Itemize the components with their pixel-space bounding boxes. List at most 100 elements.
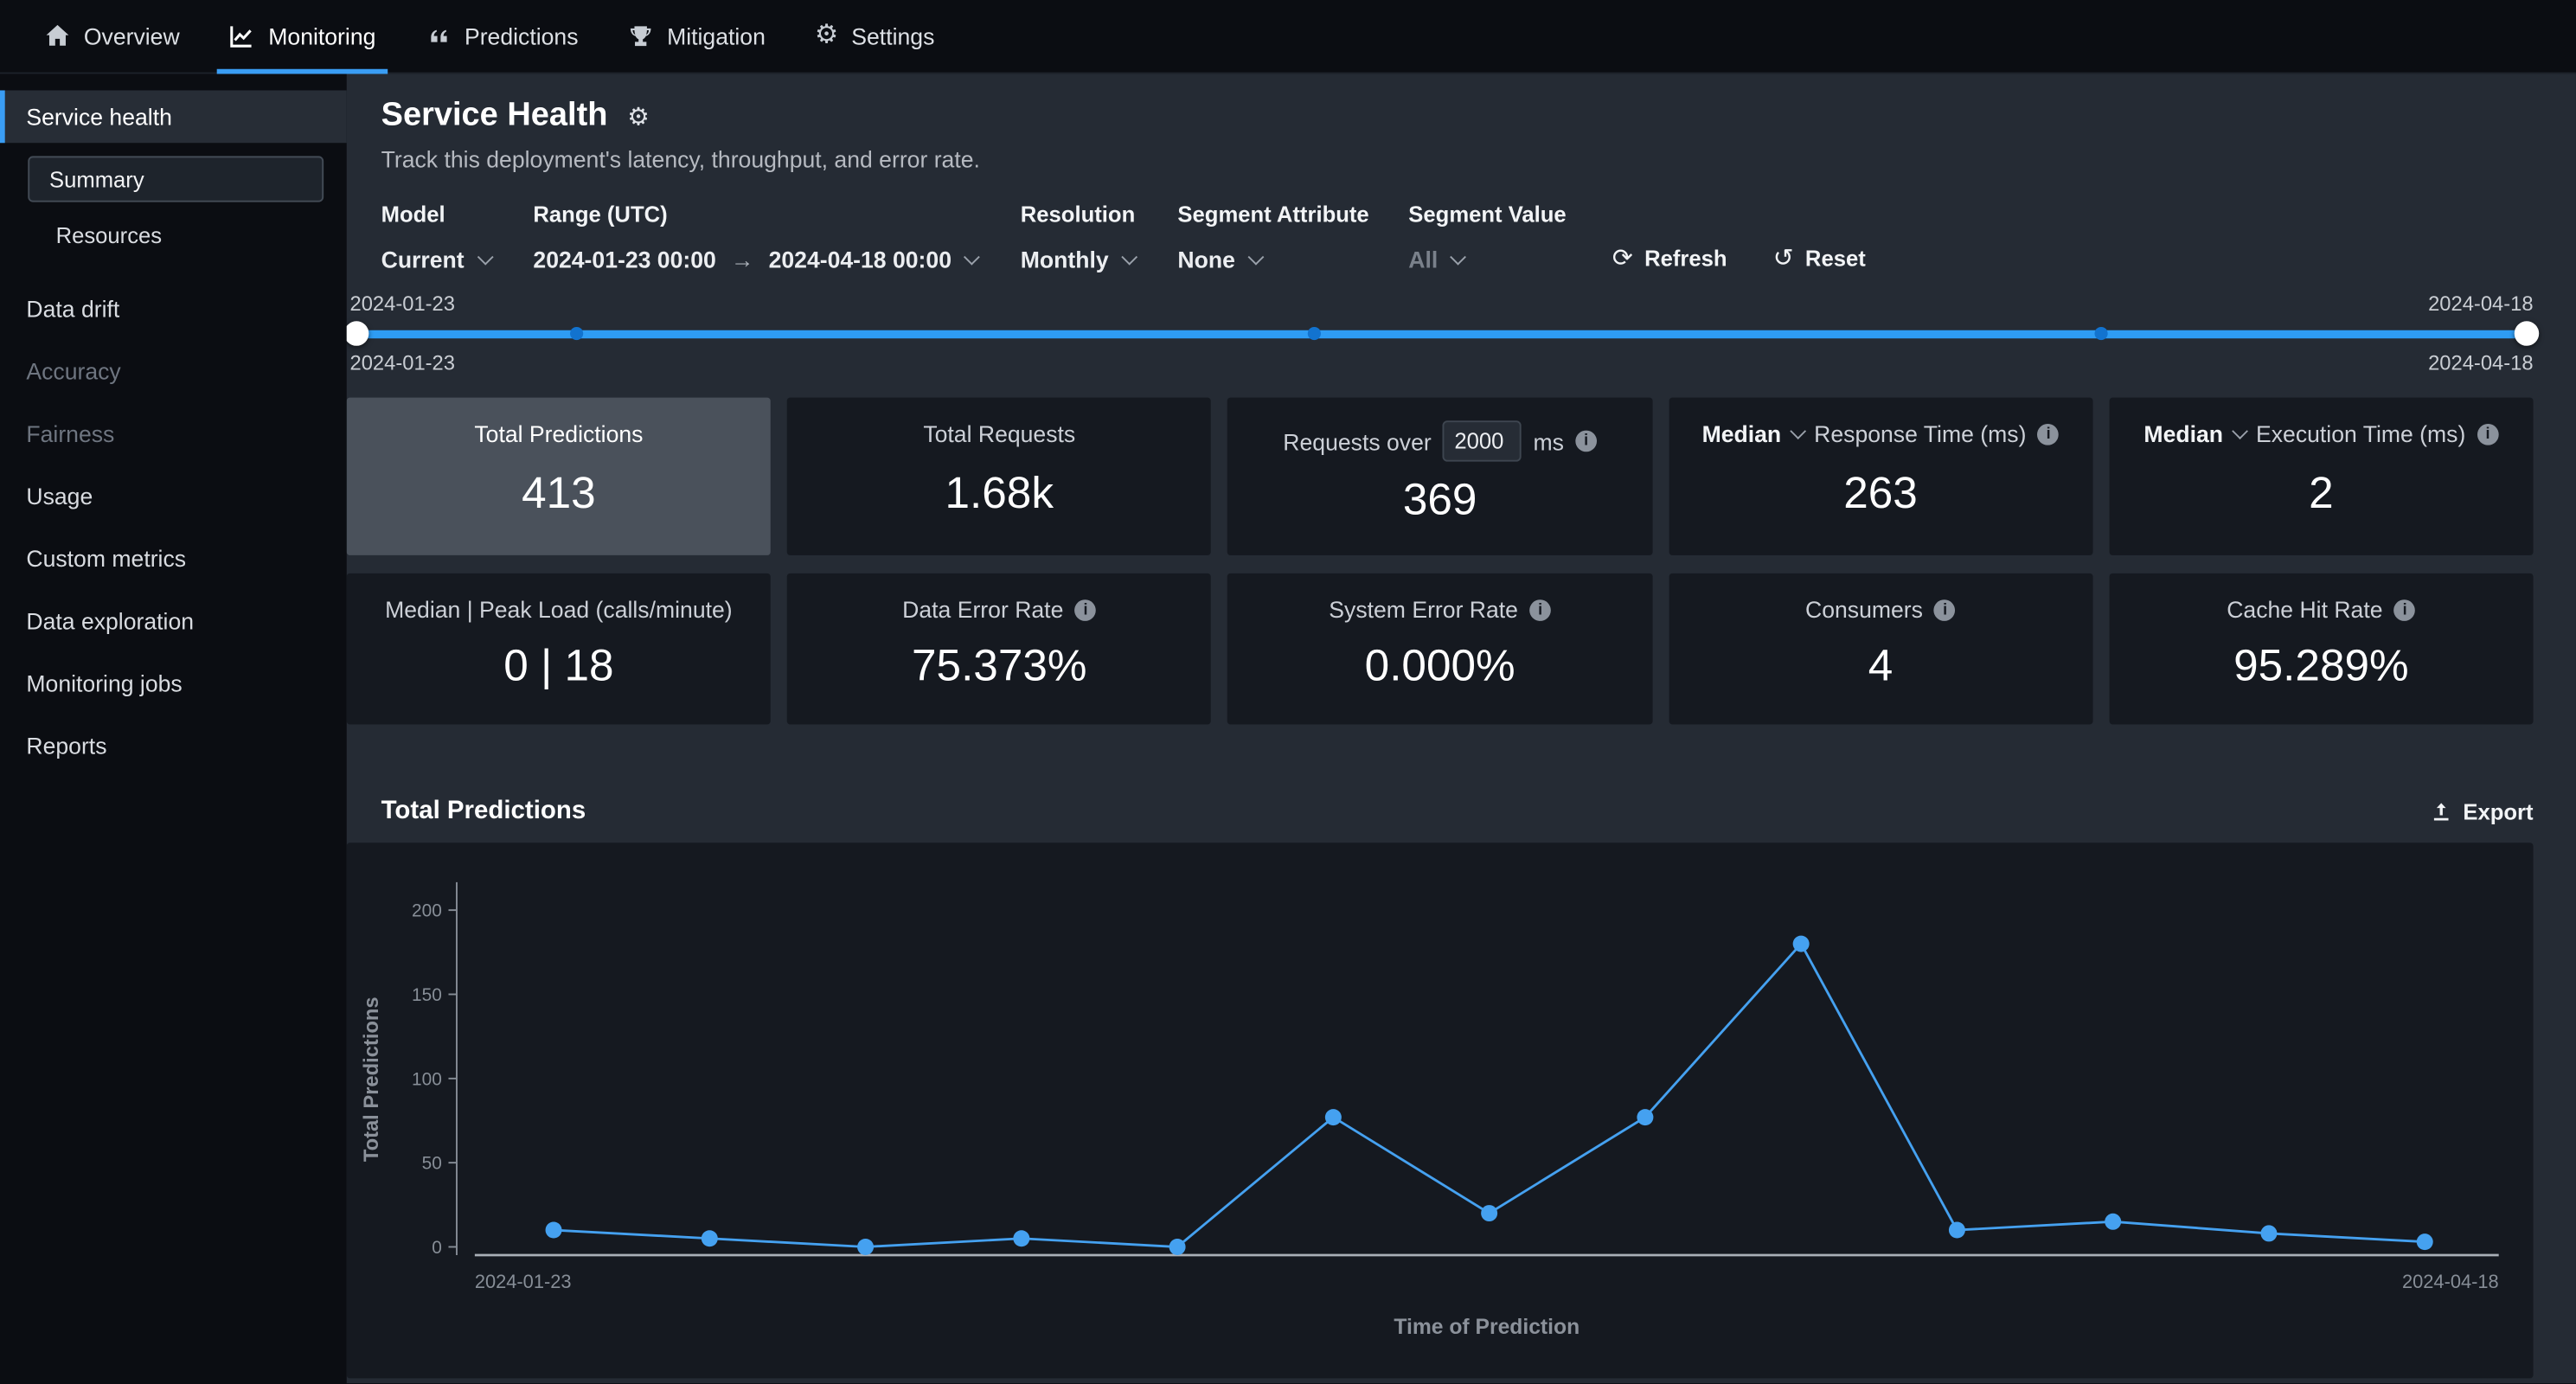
refresh-button[interactable]: ⟳ Refresh <box>1612 240 1727 276</box>
metric-card-requests-over-threshold[interactable]: Requests over ms 369 <box>1227 398 1651 555</box>
slider-start-date-bottom: 2024-01-23 <box>350 351 455 375</box>
metric-card-execution-time[interactable]: Median Execution Time (ms) 2 <box>2109 398 2533 555</box>
chevron-down-icon <box>1247 249 1264 266</box>
chart-header: Total Predictions Export <box>381 797 2534 826</box>
segment-value-filter: Segment Value All <box>1408 202 1566 276</box>
chart-title: Total Predictions <box>381 797 586 826</box>
metric-label: Cache Hit Rate <box>2227 596 2415 622</box>
reset-button[interactable]: ↺ Reset <box>1773 240 1866 276</box>
metric-label: Median | Peak Load (calls/minute) <box>385 596 733 622</box>
chevron-down-icon <box>2233 423 2249 439</box>
threshold-input[interactable] <box>1443 420 1522 461</box>
svg-text:50: 50 <box>422 1154 442 1174</box>
segment-attribute-dropdown[interactable]: None <box>1177 243 1368 276</box>
model-filter-label: Model <box>381 202 494 227</box>
resolution-filter: Resolution Monthly <box>1021 202 1138 276</box>
info-icon[interactable] <box>1529 599 1551 620</box>
sidebar-item-service-health[interactable]: Service health <box>0 90 347 143</box>
body-layout: Service health Summary Resources Data dr… <box>0 74 2576 1383</box>
nav-item-mitigation[interactable]: Mitigation <box>603 0 790 74</box>
segment-value-label: Segment Value <box>1408 202 1566 227</box>
reset-icon: ↺ <box>1773 246 1794 270</box>
metric-value: 95.289% <box>2233 623 2408 725</box>
metric-cards: Total Predictions 413 Total Requests 1.6… <box>347 398 2534 725</box>
slider-handle-start[interactable] <box>347 321 369 345</box>
top-nav: Overview Monitoring Predictions Mitigati… <box>0 0 2576 74</box>
sidebar-item-data-exploration[interactable]: Data exploration <box>0 590 347 652</box>
chevron-down-icon <box>964 249 980 266</box>
settings-gear-icon[interactable]: ⚙ <box>627 101 650 131</box>
resolution-filter-value: Monthly <box>1021 247 1109 272</box>
info-icon[interactable] <box>2477 423 2499 445</box>
sidebar-item-usage[interactable]: Usage <box>0 465 347 527</box>
info-icon[interactable] <box>2038 423 2060 445</box>
resolution-filter-dropdown[interactable]: Monthly <box>1021 243 1138 276</box>
range-end-value: 2024-04-18 00:00 <box>769 247 952 272</box>
reset-button-label: Reset <box>1805 246 1866 270</box>
metric-card-total-requests[interactable]: Total Requests 1.68k <box>787 398 1211 555</box>
slider-handle-end[interactable] <box>2515 321 2539 345</box>
line-chart-icon <box>229 23 255 49</box>
metric-value: 413 <box>522 447 596 555</box>
sidebar-label: Usage <box>26 483 93 509</box>
metric-card-cache-hit-rate[interactable]: Cache Hit Rate 95.289% <box>2109 573 2533 725</box>
nav-label-mitigation: Mitigation <box>667 23 766 49</box>
sidebar-spacer <box>0 258 347 278</box>
sidebar-item-reports[interactable]: Reports <box>0 714 347 777</box>
nav-item-overview[interactable]: Overview <box>20 0 204 74</box>
info-icon[interactable] <box>1575 431 1597 452</box>
segment-value-value: All <box>1408 247 1438 272</box>
metric-card-response-time[interactable]: Median Response Time (ms) 263 <box>1669 398 2092 555</box>
page-title: Service Health <box>381 97 608 135</box>
sidebar-item-data-drift[interactable]: Data drift <box>0 278 347 340</box>
chart-panel: 0501001502002024-01-232024-04-18Time of … <box>347 843 2534 1378</box>
sidebar-label: Monitoring jobs <box>26 670 182 696</box>
export-button[interactable]: Export <box>2430 799 2533 823</box>
model-filter-dropdown[interactable]: Current <box>381 243 494 276</box>
sidebar-label: Custom metrics <box>26 546 186 572</box>
nav-label-overview: Overview <box>84 23 180 49</box>
info-icon[interactable] <box>1934 599 1956 620</box>
slider-end-date-bottom: 2024-04-18 <box>2428 351 2533 375</box>
sidebar-item-custom-metrics[interactable]: Custom metrics <box>0 528 347 590</box>
metric-card-consumers[interactable]: Consumers 4 <box>1669 573 2092 725</box>
metric-card-data-error-rate[interactable]: Data Error Rate 75.373% <box>787 573 1211 725</box>
metric-card-peak-load[interactable]: Median | Peak Load (calls/minute) 0 | 18 <box>347 573 771 725</box>
page-header: Service Health ⚙ Track this deployment's… <box>381 97 2534 172</box>
slider-track[interactable] <box>350 330 2534 337</box>
slider-end-date-top: 2024-04-18 <box>2428 292 2533 316</box>
metric-card-total-predictions[interactable]: Total Predictions 413 <box>347 398 771 555</box>
aggregation-dropdown[interactable]: Median <box>1702 420 1782 446</box>
nav-item-monitoring[interactable]: Monitoring <box>204 0 400 74</box>
date-range-slider: 2024-01-23 2024-01-23 2024-04-18 2024-04… <box>350 296 2534 371</box>
slider-tick <box>570 327 583 340</box>
slider-tick <box>1309 327 1322 340</box>
metric-card-system-error-rate[interactable]: System Error Rate 0.000% <box>1227 573 1651 725</box>
segment-attribute-value: None <box>1177 247 1234 272</box>
model-filter-value: Current <box>381 247 465 272</box>
info-icon[interactable] <box>1075 599 1097 620</box>
range-start-value: 2024-01-23 00:00 <box>533 247 715 272</box>
range-filter-dropdown[interactable]: 2024-01-23 00:00 2024-04-18 00:00 <box>533 243 981 276</box>
svg-text:200: 200 <box>412 901 442 921</box>
metric-value: 4 <box>1868 623 1894 725</box>
sidebar-label: Service health <box>26 104 171 130</box>
sidebar-item-summary[interactable]: Summary <box>28 156 324 202</box>
info-icon[interactable] <box>2394 599 2416 620</box>
main-content: Service Health ⚙ Track this deployment's… <box>347 74 2576 1383</box>
metric-label: Total Requests <box>923 420 1075 446</box>
svg-text:150: 150 <box>412 985 442 1005</box>
filter-bar: Model Current Range (UTC) 2024-01-23 00:… <box>381 202 2534 276</box>
total-predictions-chart[interactable]: 0501001502002024-01-232024-04-18Time of … <box>347 843 2534 1372</box>
gear-icon: ⚙ <box>815 23 838 49</box>
export-icon <box>2430 799 2453 823</box>
chevron-down-icon <box>1121 249 1137 266</box>
aggregation-dropdown[interactable]: Median <box>2143 420 2223 446</box>
svg-text:Time of Prediction: Time of Prediction <box>1394 1316 1580 1339</box>
sidebar-item-monitoring-jobs[interactable]: Monitoring jobs <box>0 652 347 714</box>
nav-item-settings[interactable]: ⚙ Settings <box>790 0 958 74</box>
sidebar-item-resources[interactable]: Resources <box>28 212 324 258</box>
metric-label: Consumers <box>1805 596 1956 622</box>
nav-item-predictions[interactable]: Predictions <box>400 0 603 74</box>
svg-text:2024-04-18: 2024-04-18 <box>2402 1271 2499 1292</box>
